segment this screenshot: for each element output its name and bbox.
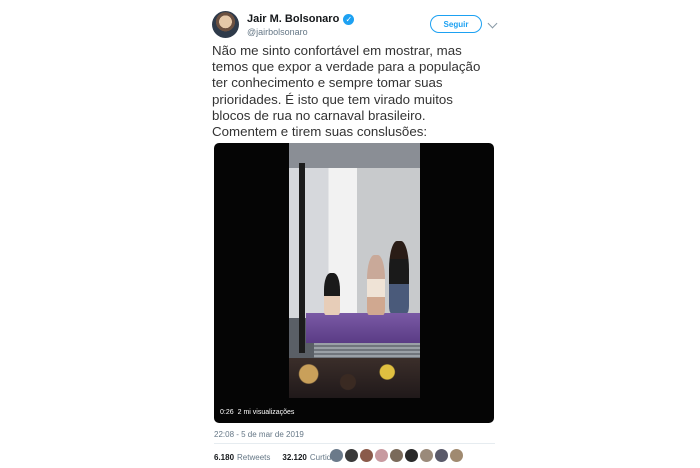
liker-avatar[interactable] (405, 449, 418, 462)
chevron-down-icon[interactable] (487, 18, 498, 29)
author-name-row: Jair M. Bolsonaro ✓ (247, 13, 355, 25)
tweet-stats: 6.180 Retweets 32.120 Curtidas (214, 453, 340, 462)
tweet-text: Não me sinto confortável em mostrar, mas… (212, 43, 481, 140)
author-name[interactable]: Jair M. Bolsonaro (247, 13, 339, 25)
retweets-count[interactable]: 6.180 (214, 453, 234, 462)
author-handle[interactable]: @jairbolsonaro (247, 27, 308, 37)
tweet-card: Jair M. Bolsonaro ✓ @jairbolsonaro Segui… (205, 0, 498, 468)
video-player[interactable]: 0:26 2 mi visualizações (214, 143, 494, 423)
likes-count[interactable]: 32.120 (282, 453, 306, 462)
divider (214, 443, 495, 444)
liker-avatar[interactable] (435, 449, 448, 462)
liker-avatars (330, 449, 463, 462)
video-meta: 0:26 2 mi visualizações (220, 409, 294, 416)
retweets-label[interactable]: Retweets (237, 453, 270, 462)
avatar[interactable] (212, 11, 239, 38)
liker-avatar[interactable] (375, 449, 388, 462)
liker-avatar[interactable] (450, 449, 463, 462)
liker-avatar[interactable] (360, 449, 373, 462)
liker-avatar[interactable] (345, 449, 358, 462)
tweet-header: Jair M. Bolsonaro ✓ @jairbolsonaro Segui… (212, 11, 498, 41)
video-duration: 0:26 (220, 409, 234, 416)
video-thumbnail (289, 143, 420, 398)
verified-badge-icon: ✓ (343, 13, 355, 25)
tweet-timestamp[interactable]: 22:08 - 5 de mar de 2019 (214, 430, 304, 439)
video-views: 2 mi visualizações (237, 409, 295, 416)
liker-avatar[interactable] (330, 449, 343, 462)
liker-avatar[interactable] (390, 449, 403, 462)
liker-avatar[interactable] (420, 449, 433, 462)
follow-button[interactable]: Seguir (430, 15, 482, 33)
